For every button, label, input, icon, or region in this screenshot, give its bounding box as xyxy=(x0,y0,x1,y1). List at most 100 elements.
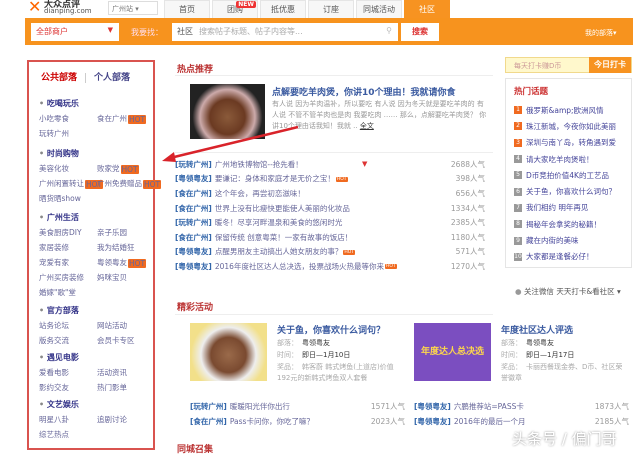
tribe-link[interactable]: 玩转广州 xyxy=(39,128,97,139)
tab-groupbuy[interactable]: 团购 NEW xyxy=(212,0,258,18)
post-tribe-tag[interactable]: [食在广州] xyxy=(175,232,212,243)
post-title[interactable]: 2016年的最后一个月 xyxy=(454,416,585,427)
hot-topic-item[interactable]: 8 揭秘年会拿奖的秘籍！ xyxy=(514,216,623,232)
hot-topic-item[interactable]: 2 珠江新城，今夜你如此美丽 xyxy=(514,118,623,134)
tribe-link[interactable]: 美容化妆 xyxy=(39,163,97,174)
my-tribe-menu[interactable]: 我的部落▾ xyxy=(585,28,617,38)
tribe-link[interactable]: 活动资讯 xyxy=(97,367,155,378)
event-time: 即日—1月17日 xyxy=(526,351,575,359)
hot-topic-item[interactable]: 10 大家都是逢餐必仔！ xyxy=(514,249,623,265)
tribe-link[interactable]: 爱看电影 xyxy=(39,367,97,378)
wechat-follow[interactable]: ● 关注微信 天天打卡&看社区 ▾ xyxy=(515,286,621,297)
tab-personal-tribes[interactable]: 个人部落 xyxy=(85,73,131,83)
tab-booking[interactable]: 订座 xyxy=(308,0,354,18)
tribe-link[interactable]: 婚嫁"歌"堂 xyxy=(39,287,97,298)
post-tribe-tag[interactable]: [粤领粤友] xyxy=(175,173,212,184)
event-post-row[interactable]: [食在广州] Pass卡问你，你吃了嘛？ 2023人气 xyxy=(190,414,405,429)
event-title[interactable]: 关于鱼，你喜欢什么词句？ xyxy=(277,323,385,336)
tab-home[interactable]: 首页 xyxy=(164,0,210,18)
post-tribe-tag[interactable]: [粤领粤友] xyxy=(414,416,451,427)
post-title[interactable]: 世界上没有比瘦快更能使人美丽的化妆品 xyxy=(215,203,441,214)
post-title[interactable]: 2016年度社区达人总决选，投票战场火热最等你来 HOT xyxy=(215,261,441,272)
post-title[interactable]: 六鹏推荐站=PASS卡 xyxy=(454,401,585,412)
tribe-link[interactable]: 小吃零食 xyxy=(39,113,97,124)
tribe-link[interactable]: 宠爱有家 xyxy=(39,257,97,268)
post-title[interactable]: 点醒男朋友主动搞出人她女朋友的事？ HOT xyxy=(215,246,441,257)
post-title[interactable]: 这个年会，再尝初恋滋味！ xyxy=(215,188,441,199)
tribe-link[interactable]: 家居装修 xyxy=(39,242,97,253)
event-post-row[interactable]: [粤领粤友] 2016年的最后一个月 2185人气 xyxy=(414,414,629,429)
hot-badge: HOT xyxy=(143,179,162,189)
hot-topic-item[interactable]: 5 D币竞拍价值4K的工艺品 xyxy=(514,167,623,183)
tribe-link[interactable]: 食在广州 HOT xyxy=(97,113,155,124)
read-more-link[interactable]: 全文 xyxy=(360,122,374,130)
tribe-link[interactable]: 广州免费赠品 HOT xyxy=(97,178,162,189)
tribe-link[interactable]: 站务论坛 xyxy=(39,320,97,331)
tribe-link[interactable]: 广州买房装修 xyxy=(39,272,97,283)
post-row[interactable]: [食在广州] 保留传统 创意粤菜！一家有故事的饭店！ 1180人气 xyxy=(175,230,485,245)
post-tribe-tag[interactable]: [食在广州] xyxy=(175,188,212,199)
post-row[interactable]: [粤领粤友] 点醒男朋友主动搞出人她女朋友的事？ HOT 571人气 xyxy=(175,245,485,260)
feature-title-link[interactable]: 点解要吃羊肉煲，你讲10个理由！我就请你食 xyxy=(272,85,456,98)
tab-community[interactable]: 社区 xyxy=(404,0,450,18)
tribe-link[interactable]: 影约交友 xyxy=(39,382,97,393)
tribe-link[interactable]: 热门影单 xyxy=(97,382,155,393)
post-title[interactable]: 要谦记：身体和家庭才是无价之宝！ HOT xyxy=(215,173,441,184)
event-post-row[interactable]: [粤领粤友] 六鹏推荐站=PASS卡 1873人气 xyxy=(414,399,629,414)
tribe-link[interactable]: 明星八卦 xyxy=(39,414,97,425)
post-tribe-tag[interactable]: [食在广州] xyxy=(190,416,227,427)
post-row[interactable]: [玩转广州] 暖冬！尽享河畔温泉和美食的悠闲时光 2385人气 xyxy=(175,215,485,230)
tribe-link[interactable]: 广州闲置转让 HOT xyxy=(39,178,104,189)
post-tribe-tag[interactable]: [粤领粤友] xyxy=(175,261,212,272)
post-row[interactable]: [食在广州] 世界上没有比瘦快更能使人美丽的化妆品 1334人气 xyxy=(175,201,485,216)
post-title[interactable]: 暖冬！尽享河畔温泉和美食的悠闲时光 xyxy=(215,217,441,228)
tribe-link[interactable]: 追剧讨论 xyxy=(97,414,155,425)
tab-events[interactable]: 同城活动 xyxy=(356,0,402,18)
post-tribe-tag[interactable]: [粤领粤友] xyxy=(175,246,212,257)
tribe-link[interactable]: 版务交流 xyxy=(39,335,97,346)
event-card[interactable]: 关于鱼，你喜欢什么词句？ 部落： 粤领粤友 时间： 即日—1月10日 奖品： 韩客蔚 … xyxy=(190,323,410,393)
event-post-row[interactable]: [玩转广州] 暖暖阳光伴你出行 1571人气 xyxy=(190,399,405,414)
post-title[interactable]: 暖暖阳光伴你出行 xyxy=(230,401,361,412)
post-tribe-tag[interactable]: [粤领粤友] xyxy=(414,401,451,412)
tribe-link[interactable]: 网站活动 xyxy=(97,320,155,331)
post-title-text: 这个年会，再尝初恋滋味！ xyxy=(214,188,305,198)
checkin-button[interactable]: 今日打卡 xyxy=(589,57,631,73)
tribe-label: 广州免费赠品 xyxy=(97,179,142,188)
event-title[interactable]: 年度社区达人评选 xyxy=(501,323,573,336)
hot-topic-item[interactable]: 9 藏在内街的美味 xyxy=(514,232,623,248)
divider xyxy=(175,75,493,76)
post-tribe-tag[interactable]: [玩转广州] xyxy=(190,401,227,412)
post-row[interactable]: [粤领粤友] 要谦记：身体和家庭才是无价之宝！ HOT 398人气 xyxy=(175,172,485,187)
post-count: 2023人气 xyxy=(370,416,405,426)
tab-public-tribes[interactable]: 公共部落 xyxy=(41,73,77,83)
post-title[interactable]: Pass卡问你，你吃了嘛？ xyxy=(230,416,361,427)
hot-topic-item[interactable]: 3 深圳与南丫岛，转角遇到爱 xyxy=(514,135,623,151)
hot-topic-item[interactable]: 4 请大家吃羊肉煲啦！ xyxy=(514,151,623,167)
post-row[interactable]: [粤领粤友] 2016年度社区达人总决选，投票战场火热最等你来 HOT 1270人气 xyxy=(175,259,485,274)
search-button[interactable]: 搜索 xyxy=(401,23,439,41)
hot-topic-item[interactable]: 6 关于鱼，你喜欢什么词句？ xyxy=(514,183,623,199)
post-tribe-tag[interactable]: [玩转广州] xyxy=(175,217,212,228)
city-selector[interactable]: 广州站 ▾ xyxy=(108,1,158,15)
tribe-link[interactable]: 粤领粤友 HOT xyxy=(97,257,155,268)
hot-topic-item[interactable]: 7 我们相约 明年再见 xyxy=(514,200,623,216)
tab-discount[interactable]: 抵优惠 xyxy=(260,0,306,18)
tribe-link[interactable]: 美食厨房DIY xyxy=(39,227,97,238)
post-tribe-tag[interactable]: [食在广州] xyxy=(175,203,212,214)
tribe-link[interactable]: 妈咪宝贝 xyxy=(97,272,155,283)
post-row[interactable]: [食在广州] 这个年会，再尝初恋滋味！ 656人气 xyxy=(175,186,485,201)
event-card[interactable]: 年度达人总决选 年度社区达人评选 部落： 粤领粤友 时间： 即日—1月17日 奖品：… xyxy=(414,323,634,393)
tribe-link[interactable]: 晒货晒show xyxy=(39,193,97,204)
post-title[interactable]: 保留传统 创意粤菜！一家有故事的饭店！ xyxy=(215,232,441,243)
tribe-link[interactable]: 综艺热点 xyxy=(39,429,97,440)
category-select[interactable]: 全部商户 ▼ xyxy=(31,23,119,41)
tribe-link[interactable]: 败家党 HOT xyxy=(97,163,155,174)
tribe-link[interactable]: 会员卡专区 xyxy=(97,335,155,346)
search-input[interactable]: 社区 搜索帖子标题、帖子内容等... ⚲ xyxy=(172,23,398,41)
logo-domain: dianping.com xyxy=(44,7,92,15)
hot-topic-item[interactable]: 1 俄罗斯&amp;欧洲风情 xyxy=(514,102,623,118)
tribe-link[interactable]: 我为结婚狂 xyxy=(97,242,155,253)
dianping-logo[interactable]: ✕ 大众点评 dianping.com xyxy=(28,0,108,18)
tribe-link[interactable]: 亲子乐园 xyxy=(97,227,155,238)
